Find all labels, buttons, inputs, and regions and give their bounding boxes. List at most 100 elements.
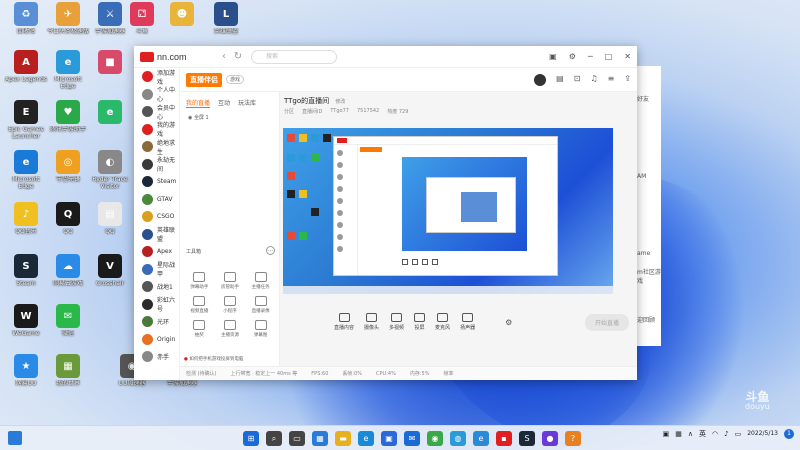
obs-tab[interactable]: 玩法库 [238,98,256,108]
obs-tab[interactable]: 互动 [218,98,230,108]
wifi-icon[interactable]: ◠ [712,430,718,438]
desktop-icon[interactable]: ▦ 我的世界 [46,354,90,394]
edit-title-link[interactable]: 修改 [335,99,345,105]
game-icon[interactable]: ? [565,431,581,446]
tool-button[interactable]: 视频直播 [184,296,215,314]
chevron-up-icon[interactable]: ∧ [688,430,693,438]
tool-button[interactable]: 弹幕助手 [184,272,215,290]
battery-icon[interactable]: ▭ [735,430,742,438]
control-button[interactable]: 多视频 [389,313,404,331]
windows-start-icon[interactable]: ⊞ [243,431,259,446]
mail-icon[interactable]: ✉ [404,431,420,446]
tool-button[interactable]: 主播任务 [245,272,276,290]
control-button[interactable]: 摄像头 [364,313,379,331]
desktop-icon[interactable]: Q QQ [46,202,90,242]
desktop-icon[interactable]: ♻ 回收站 [4,2,48,42]
back-icon[interactable]: ‹ [217,51,231,62]
desktop-icon[interactable]: ✈ 今日头条极速版 [46,2,90,42]
tool-button[interactable]: 直播录像 [245,296,276,314]
control-button[interactable]: 扬声器 [460,313,475,331]
tool-button[interactable]: 弹幕图 [245,320,276,338]
sidebar-item[interactable]: 光环 [134,313,179,331]
sidebar-item[interactable]: 添加游戏 [134,68,179,86]
sidebar-item[interactable]: GTAV [134,191,179,209]
search-input[interactable]: 搜索 [251,49,337,64]
volume-icon[interactable]: ♪ [724,430,728,438]
desktop-icon[interactable]: ◐ Ryder Trace Visitor [88,150,132,190]
sidebar-item[interactable]: 个人中心 [134,86,179,103]
tool-button[interactable]: 房管助手 [215,272,246,290]
steam-icon[interactable]: S [519,431,535,446]
desktop-icon[interactable]: ♪ QQ音乐 [4,202,48,242]
notice-bar[interactable]: ● 如何把手机游戏投屏到电脑 [184,356,243,362]
menu-icon[interactable]: ≡ [608,74,615,86]
sidebar-item[interactable]: 我的游戏 [134,121,179,138]
obs-tab[interactable]: 我的直播 [186,98,211,108]
tool-button[interactable]: 小程序 [215,296,246,314]
desktop-icon[interactable]: S Steam [4,254,48,294]
control-button[interactable]: 直播内容 [334,313,354,331]
tool-button[interactable]: 抽奖 [184,320,215,338]
avatar[interactable] [534,73,547,86]
chrome-icon[interactable]: ◉ [427,431,443,446]
desktop-icon[interactable]: W WeGame [4,304,48,344]
settings-icon[interactable]: ⚙ [505,318,512,327]
desktop-icon[interactable]: ☻ [160,2,204,42]
sidebar-item[interactable]: 会员中心 [134,103,179,121]
bell-icon[interactable]: ♫ [590,74,597,86]
desktop-icon[interactable]: ★ 网易UU [4,354,48,394]
clock[interactable]: 2022/5/13 [747,430,778,438]
language-indicator[interactable]: 英 [699,429,706,439]
desktop-icon[interactable]: ■ [88,50,132,90]
tool-button[interactable]: 主播资源 [215,320,246,338]
sidebar-item[interactable]: 星际战甲 [134,261,179,278]
sidebar-item[interactable]: 赤手 [134,348,179,366]
task-view-icon[interactable]: ▭ [289,431,305,446]
desktop-icon[interactable]: e Microsoft Edge [4,150,48,190]
skin-icon[interactable]: ▣ [549,52,557,61]
gift-icon[interactable]: ▤ [556,74,564,86]
search-icon[interactable]: ⌕ [266,431,282,446]
tray-icon[interactable]: ▣ [663,430,670,438]
browser-icon[interactable]: ◍ [450,431,466,446]
obs-icon[interactable]: ● [542,431,558,446]
category-tag[interactable]: 游戏 [226,75,245,84]
sidebar-item[interactable]: 英雄联盟 [134,226,179,243]
widgets-icon[interactable]: ▦ [312,431,328,446]
sidebar-item[interactable]: Steam [134,173,179,191]
edge-icon[interactable]: e [358,431,374,446]
file-explorer-icon[interactable]: ▬ [335,431,351,446]
close-icon[interactable]: ✕ [624,52,631,61]
notification-icon[interactable]: 1 [784,429,794,439]
toolbox-more-icon[interactable]: … [266,246,275,255]
desktop-icon[interactable]: L 英雄联盟 [204,2,248,42]
sidebar-item[interactable]: Origin [134,331,179,349]
desktop-icon[interactable]: ✉ 微信 [46,304,90,344]
widget-icon[interactable] [8,431,22,445]
desktop-icon[interactable]: e Microsoft Edge [46,50,90,90]
desktop-icon[interactable]: ⚁ 斗鱼 [120,2,164,42]
eye-icon[interactable]: ◉ [188,115,192,121]
desktop-icon[interactable]: E Epic Games Launcher [4,100,48,140]
share-icon[interactable]: ⇪ [624,74,631,86]
sidebar-item[interactable]: 绝地求生 [134,138,179,156]
lock-icon[interactable]: ⊡ [574,74,581,86]
control-button[interactable]: 麦克风 [435,313,450,331]
minimize-icon[interactable]: ─ [588,52,593,61]
maximize-icon[interactable]: □ [605,52,613,61]
settings-icon[interactable]: ⚙ [569,52,576,61]
refresh-icon[interactable]: ↻ [231,51,245,62]
desktop-icon[interactable]: ◎ 守望先锋 [46,150,90,190]
sidebar-item[interactable]: Apex [134,243,179,261]
nn-icon[interactable]: ▪ [496,431,512,446]
sidebar-item[interactable]: 彩虹六号 [134,296,179,313]
sidebar-item[interactable]: CSGO [134,208,179,226]
store-icon[interactable]: ▣ [381,431,397,446]
desktop-icon[interactable]: e [88,100,132,140]
desktop-icon[interactable]: A Apex Legends [4,50,48,90]
edge-alt-icon[interactable]: e [473,431,489,446]
tray-icon[interactable]: ▦ [675,430,682,438]
desktop-icon[interactable]: V Crosshair [88,254,132,294]
desktop-icon[interactable]: ▤ QQ [88,202,132,242]
desktop-icon[interactable]: ☁ 网易云游戏 [46,254,90,294]
